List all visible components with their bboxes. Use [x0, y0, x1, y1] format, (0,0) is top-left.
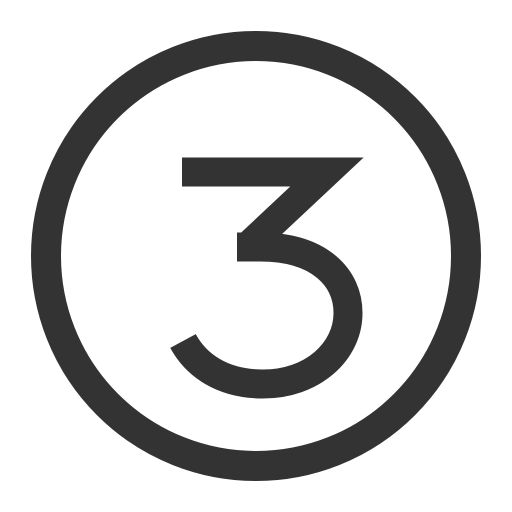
icon-canvas: 3	[0, 0, 512, 512]
digit-three-glyph	[170, 157, 364, 399]
circled-number-three-icon	[31, 31, 481, 481]
